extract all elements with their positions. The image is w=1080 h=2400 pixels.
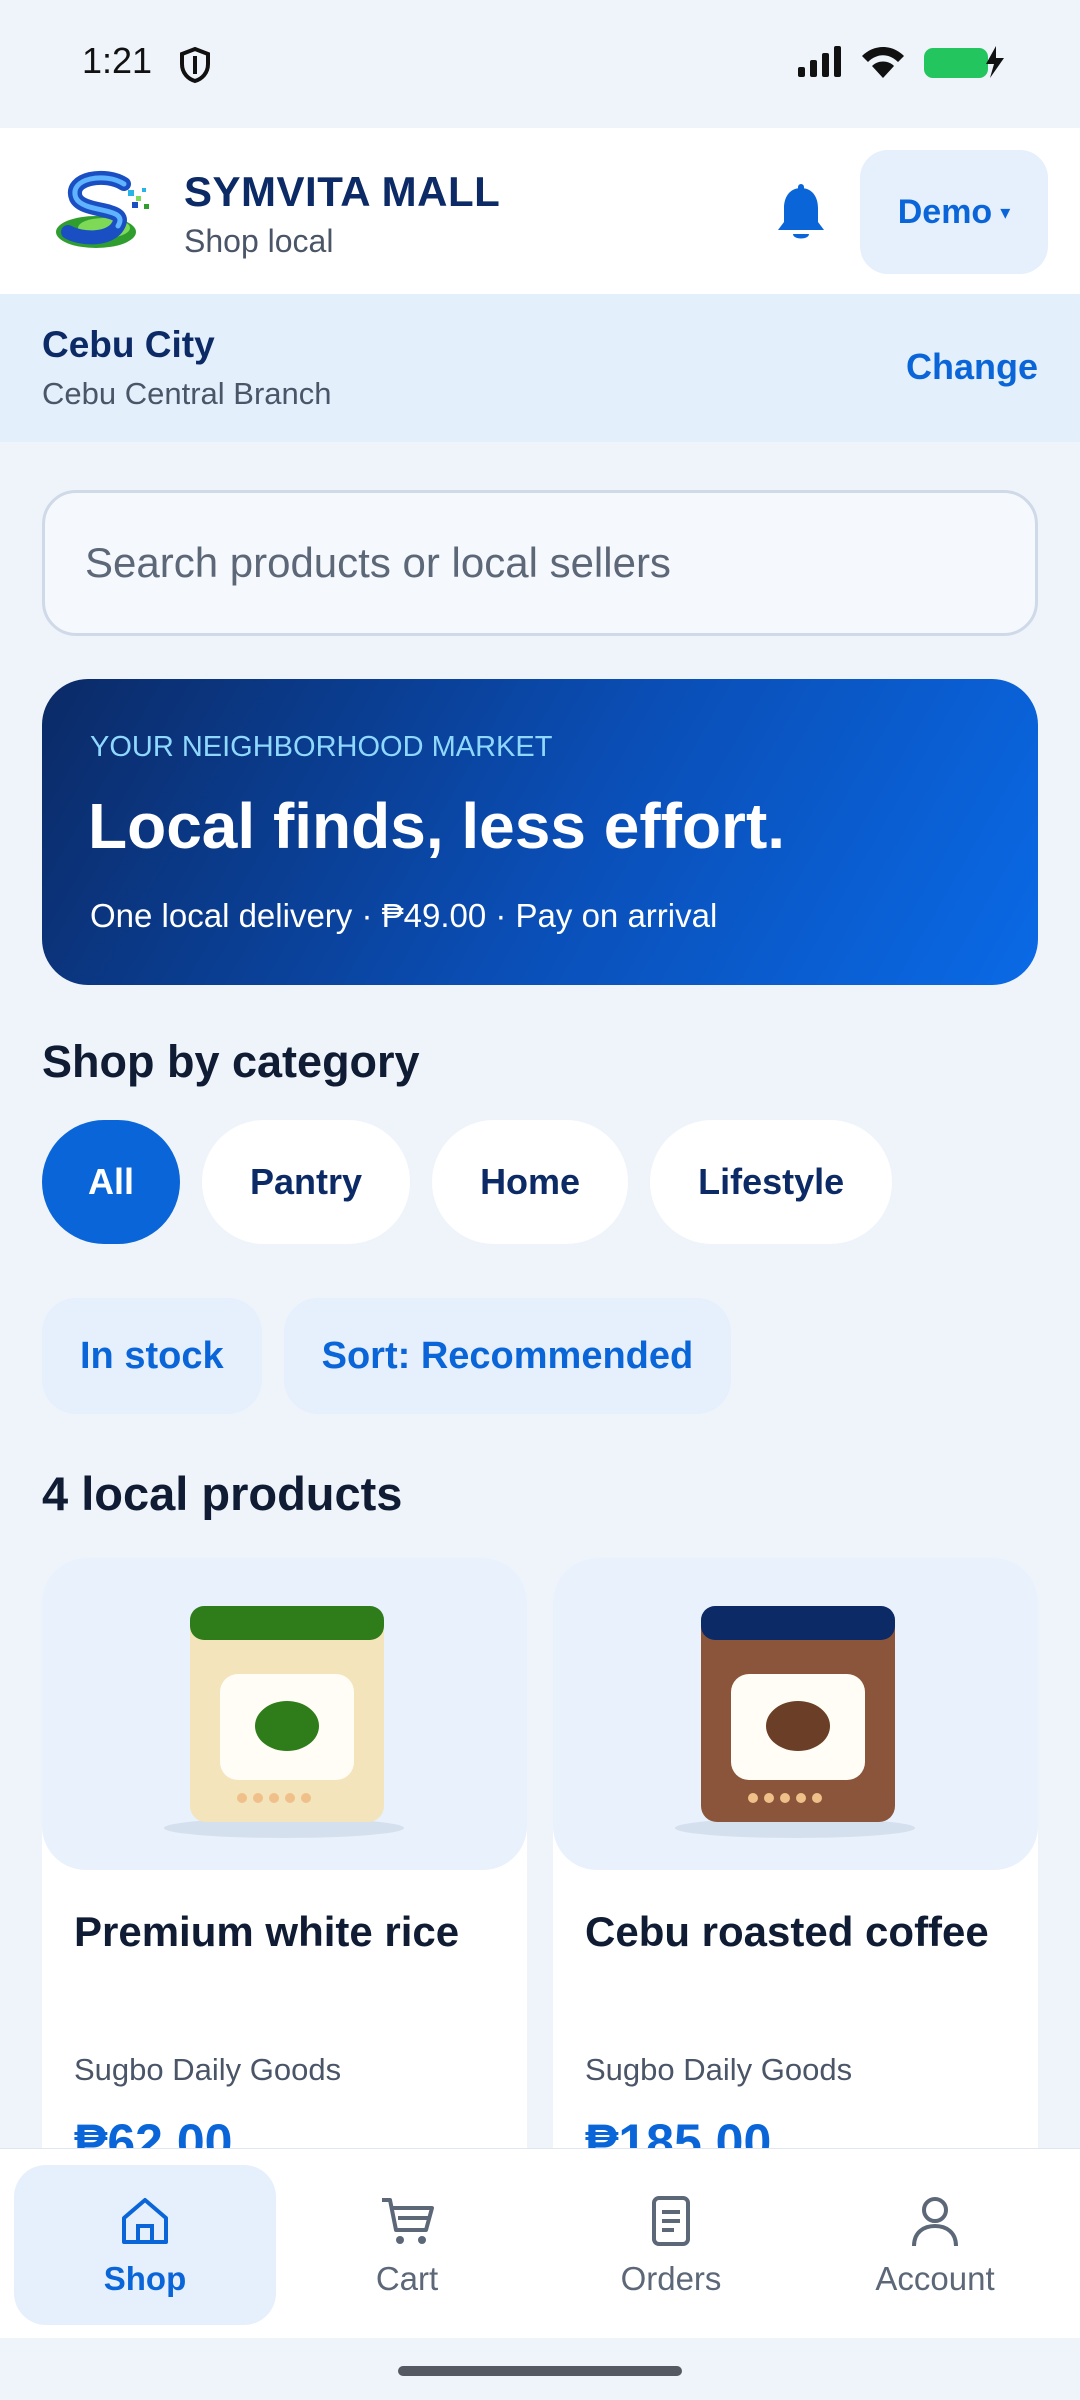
notification-bell-icon[interactable]: [774, 184, 828, 244]
coffee-bag-icon: [675, 1606, 915, 1838]
product-image: [553, 1558, 1038, 1870]
category-section-title: Shop by category: [42, 1036, 420, 1087]
brand-title: SYMVITA MALL: [184, 168, 501, 215]
home-indicator[interactable]: [398, 2366, 682, 2376]
nav-label: Account: [875, 2260, 995, 2297]
product-count: 4 local products: [42, 1467, 403, 1520]
battery-charging-icon: [924, 46, 1004, 78]
profile-menu-button[interactable]: Demo ▾: [860, 150, 1048, 274]
nav-cart[interactable]: Cart: [276, 2165, 538, 2325]
hero-title: Local finds, less effort.: [88, 790, 786, 862]
product-seller: Sugbo Daily Goods: [74, 2052, 342, 2087]
product-price: ₱185.00: [585, 2114, 772, 2148]
shield-icon: [180, 46, 210, 84]
product-card[interactable]: Cebu roasted coffee Sugbo Daily Goods ₱1…: [553, 1558, 1038, 2148]
category-chips: All Pantry Home Lifestyle: [42, 1120, 893, 1244]
cart-icon: [382, 2198, 434, 2244]
hero-banner: YOUR NEIGHBORHOOD MARKET Local finds, le…: [42, 679, 1038, 985]
nav-orders[interactable]: Orders: [540, 2165, 802, 2325]
branch-selector: Cebu City Cebu Central Branch Change: [0, 294, 1080, 442]
status-bar: 1:21: [0, 0, 1080, 128]
filter-row: In stock Sort: Recommended: [42, 1298, 732, 1414]
category-chip-all[interactable]: All: [42, 1120, 181, 1244]
chevron-down-icon: ▾: [1000, 201, 1011, 224]
profile-label: Demo: [897, 192, 993, 231]
brand-subtitle: Shop local: [184, 223, 334, 259]
receipt-icon: [652, 2196, 690, 2246]
signal-icon: [798, 46, 841, 77]
nav-label: Cart: [375, 2260, 439, 2297]
search-input[interactable]: [42, 490, 1038, 636]
category-chip-lifestyle[interactable]: Lifestyle: [650, 1120, 893, 1244]
nav-label: Orders: [620, 2260, 722, 2297]
product-name: Premium white rice: [74, 1908, 460, 1955]
category-chip-pantry[interactable]: Pantry: [202, 1120, 411, 1244]
product-grid: Premium white rice Sugbo Daily Goods ₱62…: [42, 1558, 1038, 2148]
product-price: ₱62.00: [74, 2114, 233, 2148]
home-icon: [122, 2198, 168, 2244]
status-time: 1:21: [82, 40, 153, 81]
product-seller: Sugbo Daily Goods: [585, 2052, 853, 2087]
product-name: Cebu roasted coffee: [585, 1908, 989, 1955]
nav-account[interactable]: Account: [804, 2165, 1066, 2325]
nav-label: Shop: [103, 2260, 187, 2297]
product-card[interactable]: Premium white rice Sugbo Daily Goods ₱62…: [42, 1558, 527, 2148]
category-chip-home[interactable]: Home: [432, 1120, 629, 1244]
in-stock-filter[interactable]: In stock: [42, 1298, 262, 1414]
person-icon: [912, 2197, 958, 2247]
sort-button[interactable]: Sort: Recommended: [283, 1298, 732, 1414]
hero-subtitle: One local delivery · ₱49.00 · Pay on arr…: [90, 897, 718, 934]
hero-eyebrow: YOUR NEIGHBORHOOD MARKET: [90, 731, 553, 763]
app-header: SYMVITA MALL Shop local Demo ▾: [0, 128, 1080, 294]
nav-shop[interactable]: Shop: [14, 2165, 276, 2325]
rice-bag-icon: [164, 1606, 404, 1838]
product-image: [42, 1558, 527, 1870]
wifi-icon: [862, 47, 904, 78]
bottom-navigation: Shop Cart Orders Account: [0, 2148, 1080, 2338]
branch-name: Cebu Central Branch: [42, 376, 332, 411]
change-branch-link[interactable]: Change: [906, 346, 1038, 388]
brand-logo[interactable]: [46, 168, 158, 254]
branch-city: Cebu City: [42, 324, 215, 365]
